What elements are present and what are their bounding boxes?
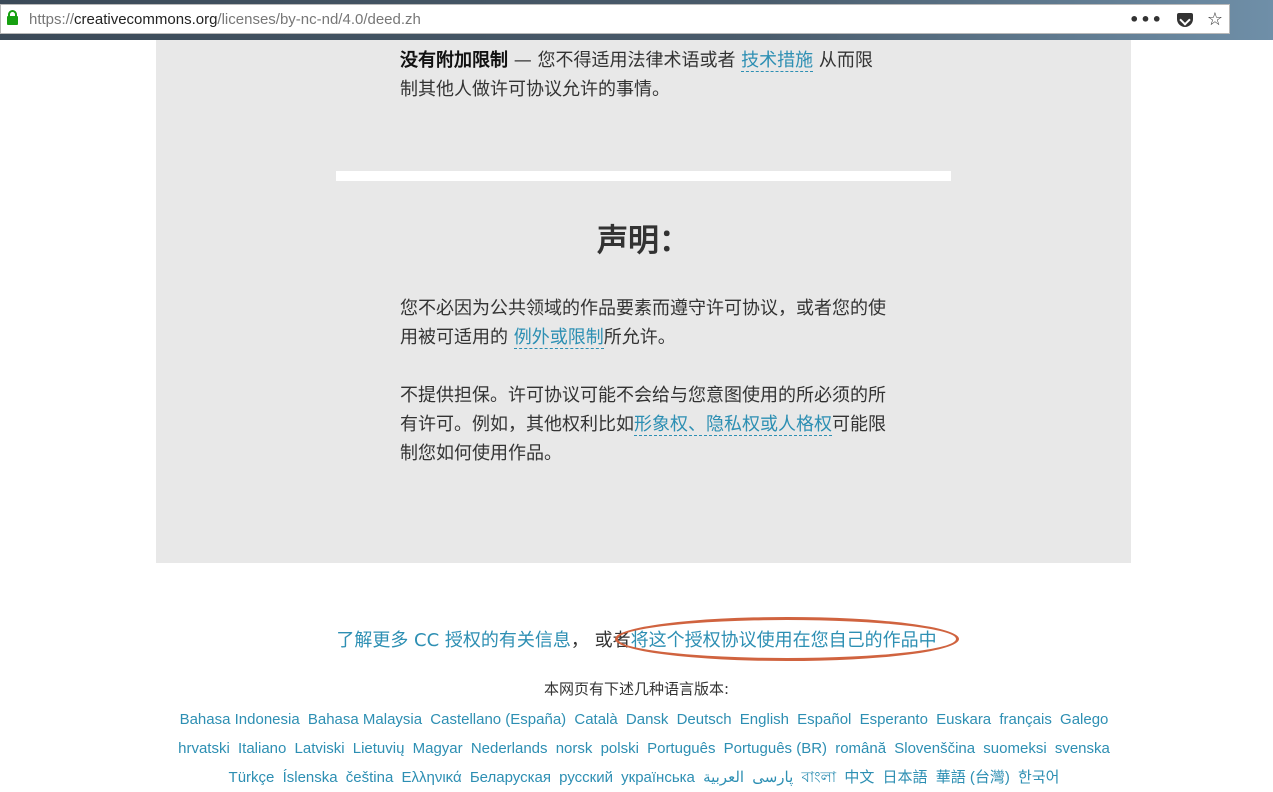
publicity-privacy-rights-link[interactable]: 形象权、隐私权或人格权: [634, 414, 832, 436]
language-link[interactable]: 日本語: [883, 769, 928, 786]
browser-toolbar: https://creativecommons.org/licenses/by-…: [0, 0, 1273, 40]
language-link[interactable]: 中文: [844, 769, 874, 786]
language-link[interactable]: Euskara: [936, 711, 991, 728]
no-restrictions-label: 没有附加限制: [400, 50, 508, 71]
language-link[interactable]: Bahasa Malaysia: [308, 711, 422, 728]
notice1-text-2: 所允许。: [603, 327, 676, 348]
pocket-icon[interactable]: [1176, 13, 1193, 27]
language-link[interactable]: Lietuvių: [353, 740, 405, 757]
language-link[interactable]: 한국어: [1018, 769, 1059, 786]
language-link[interactable]: العربية: [703, 769, 744, 786]
language-list: Bahasa Indonesia Bahasa Malaysia Castell…: [150, 705, 1138, 792]
language-heading: 本网页有下述几种语言版本:: [543, 680, 730, 698]
address-bar[interactable]: https://creativecommons.org/licenses/by-…: [0, 4, 1230, 34]
language-link[interactable]: English: [740, 711, 789, 728]
exceptions-limitations-link[interactable]: 例外或限制: [513, 327, 604, 349]
language-link[interactable]: پارسی: [752, 769, 793, 786]
url-path: /licenses/by-nc-nd/4.0/deed.zh: [217, 10, 421, 28]
learn-more-link[interactable]: 了解更多 CC 授权的有关信息: [336, 630, 571, 651]
language-link[interactable]: Italiano: [238, 740, 286, 757]
language-link[interactable]: Dansk: [626, 711, 669, 728]
language-link[interactable]: українська: [621, 769, 695, 786]
language-link[interactable]: 華語 (台灣): [936, 769, 1010, 786]
notices-title: 声明：: [597, 223, 690, 259]
url-text[interactable]: https://creativecommons.org/licenses/by-…: [29, 11, 421, 28]
more-actions-icon[interactable]: •••: [1129, 12, 1163, 28]
language-link[interactable]: Deutsch: [677, 711, 732, 728]
language-link[interactable]: norsk: [556, 740, 593, 757]
language-link[interactable]: Íslenska: [283, 769, 338, 786]
notice-no-warranties: 不提供担保。许可协议可能不会给与您意图使用的所必须的所有许可。例如，其他权利比如…: [400, 381, 890, 468]
notice-public-domain: 您不必因为公共领域的作品要素而遵守许可协议，或者您的使用被可适用的 例外或限制所…: [400, 294, 890, 352]
no-restrictions-text-1: — 您不得适用法律术语或者: [508, 50, 742, 71]
language-link[interactable]: Català: [574, 711, 617, 728]
language-link[interactable]: Türkçe: [229, 769, 275, 786]
use-license-link[interactable]: 将这个授权协议使用在您自己的作品中: [631, 630, 937, 651]
language-link[interactable]: Nederlands: [471, 740, 548, 757]
language-link[interactable]: Bahasa Indonesia: [180, 711, 300, 728]
language-link[interactable]: Latviski: [295, 740, 345, 757]
url-prefix: https://: [29, 10, 75, 28]
language-link[interactable]: čeština: [346, 769, 394, 786]
no-additional-restrictions: 没有附加限制 — 您不得适用法律术语或者 技术措施 从而限制其他人做许可协议允许…: [400, 46, 890, 104]
language-link[interactable]: русский: [559, 769, 613, 786]
language-link[interactable]: Español: [797, 711, 851, 728]
technological-measures-link[interactable]: 技术措施: [741, 50, 814, 72]
language-link[interactable]: suomeksi: [983, 740, 1046, 757]
learn-more-line: 了解更多 CC 授权的有关信息， 或者将这个授权协议使用在您自己的作品中: [0, 626, 1273, 652]
language-link[interactable]: Ελληνικά: [401, 769, 461, 786]
language-link[interactable]: hrvatski: [178, 740, 230, 757]
url-actions: ••• ☆: [1129, 5, 1223, 35]
language-link[interactable]: Magyar: [413, 740, 463, 757]
language-link[interactable]: Slovenščina: [894, 740, 975, 757]
url-host: creativecommons.org: [74, 10, 218, 28]
language-link[interactable]: Беларуская: [470, 769, 551, 786]
bookmark-star-icon[interactable]: ☆: [1207, 11, 1223, 29]
language-link[interactable]: Português: [647, 740, 715, 757]
language-link[interactable]: română: [835, 740, 886, 757]
language-link[interactable]: Português (BR): [724, 740, 827, 757]
language-link[interactable]: svenska: [1055, 740, 1110, 757]
language-link[interactable]: Esperanto: [860, 711, 928, 728]
learn-more-or: ， 或者: [570, 630, 631, 651]
language-link[interactable]: Galego: [1060, 711, 1108, 728]
lock-icon[interactable]: [3, 4, 23, 34]
language-link[interactable]: polski: [601, 740, 639, 757]
language-link[interactable]: Castellano (España): [430, 711, 566, 728]
language-link[interactable]: বাংলা: [801, 769, 836, 786]
deed-panel: 没有附加限制 — 您不得适用法律术语或者 技术措施 从而限制其他人做许可协议允许…: [156, 40, 1131, 563]
language-link[interactable]: français: [999, 711, 1052, 728]
section-divider: [336, 171, 951, 181]
